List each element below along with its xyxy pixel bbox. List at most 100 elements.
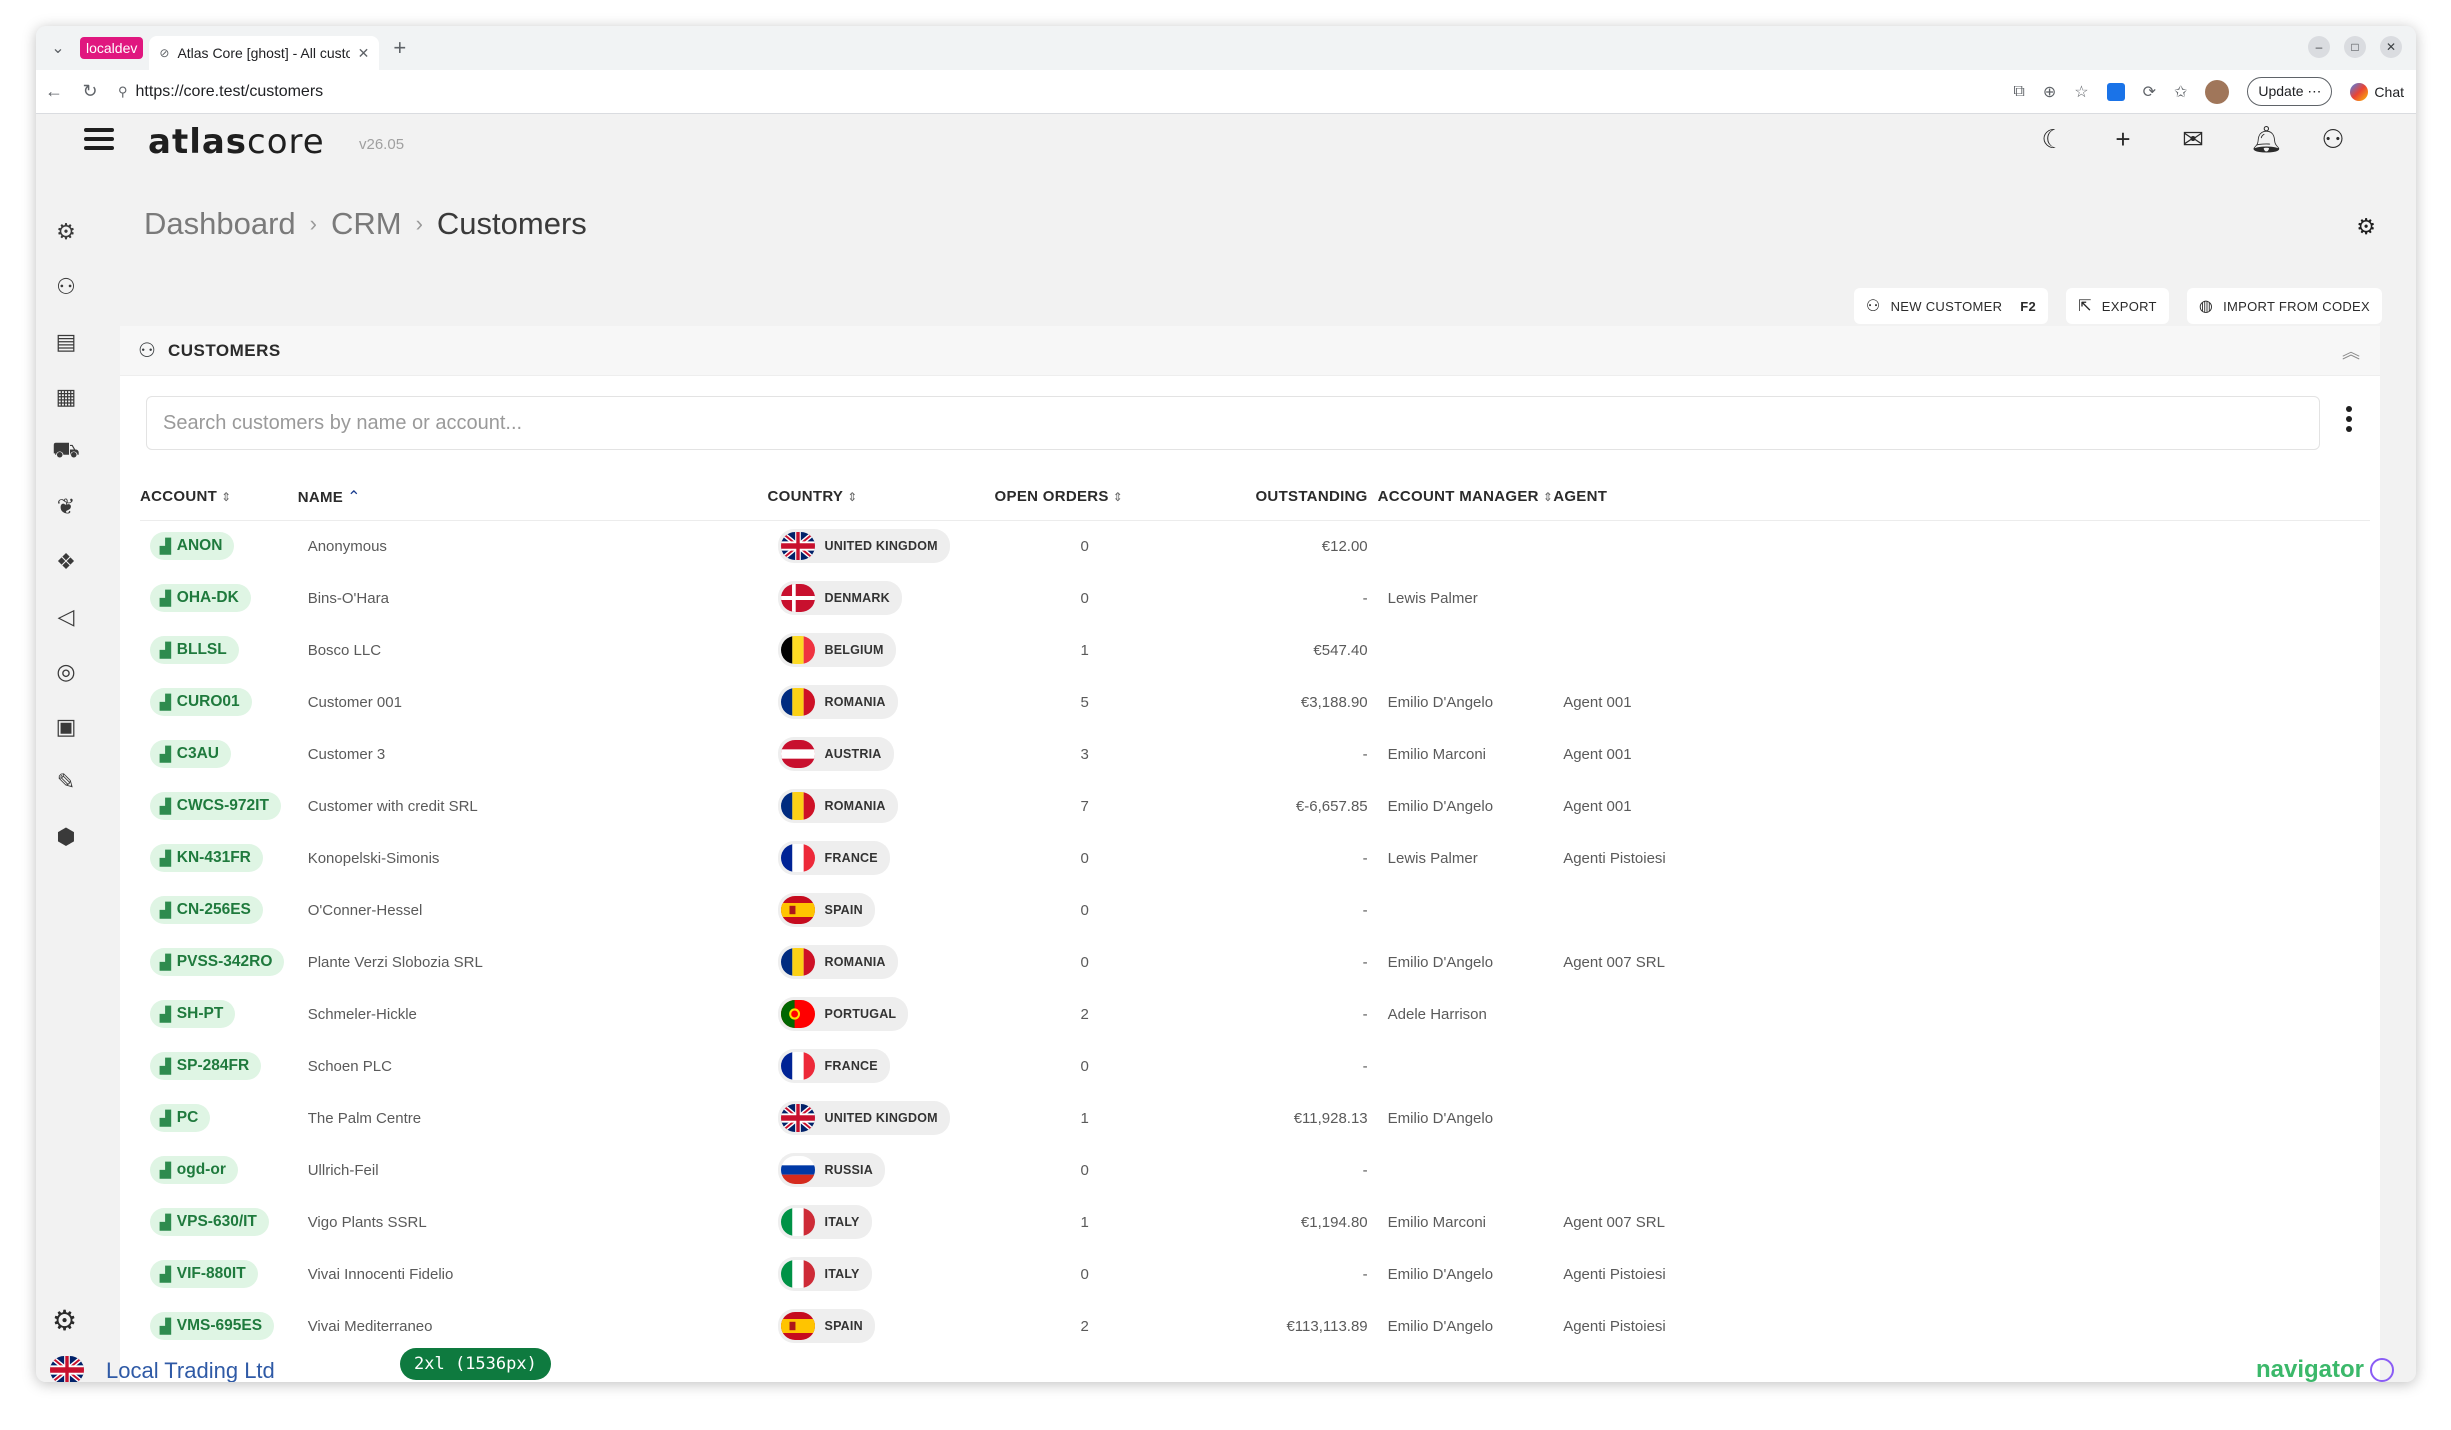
export-button[interactable]: ⇱ EXPORT	[2066, 288, 2169, 324]
account-badge[interactable]: ▟ BLLSL	[150, 636, 239, 664]
zoom-icon[interactable]: ⊕	[2043, 82, 2056, 102]
sidebar-ideas-bulb-icon[interactable]: ◎	[36, 644, 96, 699]
breadcrumb-crm[interactable]: CRM	[331, 206, 402, 242]
maximize-icon[interactable]: □	[2344, 36, 2366, 58]
url-field[interactable]: ⚲ https://core.test/customers	[118, 76, 2013, 108]
col-open-orders[interactable]: OPEN ORDERS ⇕	[994, 474, 1199, 521]
profile-badge[interactable]: localdev	[80, 37, 144, 59]
back-icon[interactable]: ←	[36, 81, 72, 102]
table-row[interactable]: ▟ CN-256ES O'Conner-Hessel SPAIN 0 -	[140, 884, 2370, 936]
account-badge[interactable]: ▟ C3AU	[150, 740, 231, 768]
search-input[interactable]: Search customers by name or account...	[146, 396, 2320, 450]
cell-name[interactable]: Customer 001	[298, 676, 768, 728]
page-settings-gear-icon[interactable]: ⚙	[2356, 214, 2376, 240]
close-tab-icon[interactable]: ✕	[358, 45, 370, 62]
site-info-icon[interactable]: ⚲	[118, 84, 128, 100]
user-profile-icon[interactable]: ⚇	[2320, 124, 2346, 155]
account-badge[interactable]: ▟ ogd-or	[150, 1156, 238, 1184]
sidebar-plants-icon[interactable]: ❦	[36, 479, 96, 534]
account-badge[interactable]: ▟ PVSS-342RO	[150, 948, 285, 976]
notification-bell-icon[interactable]: 🔔︎	[2250, 124, 2283, 155]
sidebar-delivery-truck-icon[interactable]: ⛟	[36, 424, 96, 479]
favorites-icon[interactable]: ✩	[2174, 82, 2187, 102]
browser-tab[interactable]: ⊘ Atlas Core [ghost] - All customers ✕	[149, 36, 380, 70]
sidebar-dashboard-icon[interactable]: ⚙	[36, 204, 96, 259]
cell-name[interactable]: Vivai Mediterraneo	[298, 1300, 768, 1352]
table-row[interactable]: ▟ VPS-630/IT Vigo Plants SSRL ITALY 1 €1,194.…	[140, 1196, 2370, 1248]
cell-name[interactable]: Ullrich-Feil	[298, 1144, 768, 1196]
table-row[interactable]: ▟ KN-431FR Konopelski-Simonis FRANCE 0 - Lewis…	[140, 832, 2370, 884]
new-tab-icon[interactable]: +	[393, 35, 406, 61]
account-badge[interactable]: ▟ SP-284FR	[150, 1052, 262, 1080]
cell-name[interactable]: Plante Verzi Slobozia SRL	[298, 936, 768, 988]
account-badge[interactable]: ▟ CURO01	[150, 688, 252, 716]
cell-name[interactable]: Konopelski-Simonis	[298, 832, 768, 884]
table-row[interactable]: ▟ SH-PT Schmeler-Hickle PORTUGAL 2 - Adele Har…	[140, 988, 2370, 1040]
bookmark-star-icon[interactable]: ☆	[2074, 82, 2088, 102]
table-row[interactable]: ▟ C3AU Customer 3 AUSTRIA 3 - Emilio Marconi Ag…	[140, 728, 2370, 780]
cell-name[interactable]: Customer with credit SRL	[298, 780, 768, 832]
col-name[interactable]: NAME ⌃	[297, 474, 768, 521]
close-window-icon[interactable]: ✕	[2380, 36, 2402, 58]
collapse-chevron-up-icon[interactable]: ︽	[2342, 338, 2360, 364]
minimize-icon[interactable]: –	[2308, 36, 2330, 58]
table-row[interactable]: ▟ CWCS-972IT Customer with credit SRL ROMAN…	[140, 780, 2370, 832]
table-row[interactable]: ▟ VMS-695ES Vivai Mediterraneo SPAIN 2 €113,1…	[140, 1300, 2370, 1352]
account-badge[interactable]: ▟ PC	[150, 1104, 211, 1132]
table-row[interactable]: ▟ PC The Palm Centre UNITED KINGDOM 1 €11,928…	[140, 1092, 2370, 1144]
account-badge[interactable]: ▟ CN-256ES	[150, 896, 263, 924]
sidebar-orders-icon[interactable]: ▤	[36, 314, 96, 369]
dark-mode-moon-icon[interactable]: ☾	[2040, 124, 2066, 155]
open-in-app-icon[interactable]: ⧉	[2013, 83, 2024, 101]
account-badge[interactable]: ▟ VIF-880IT	[150, 1260, 258, 1288]
hamburger-menu-icon[interactable]	[84, 128, 114, 155]
cell-name[interactable]: Vigo Plants SSRL	[298, 1196, 768, 1248]
add-plus-icon[interactable]: +	[2110, 124, 2136, 155]
cell-name[interactable]: Schmeler-Hickle	[298, 988, 768, 1040]
reload-icon[interactable]: ↻	[72, 81, 108, 102]
profile-avatar[interactable]	[2205, 79, 2230, 104]
table-row[interactable]: ▟ CURO01 Customer 001 ROMANIA 5 €3,188.90 Emil…	[140, 676, 2370, 728]
chat-button[interactable]: Chat	[2350, 82, 2404, 101]
tab-search-icon[interactable]: ⌄	[36, 26, 80, 70]
account-badge[interactable]: ▟ ANON	[150, 532, 235, 561]
sidebar-settings-gear-icon[interactable]: ⚙	[52, 1304, 77, 1337]
extension-icon[interactable]	[2106, 82, 2125, 101]
sidebar-marketing-megaphone-icon[interactable]: ◁	[36, 589, 96, 644]
account-badge[interactable]: ▟ SH-PT	[150, 1000, 236, 1028]
account-badge[interactable]: ▟ KN-431FR	[150, 844, 263, 872]
table-row[interactable]: ▟ VIF-880IT Vivai Innocenti Fidelio ITALY 0 -…	[140, 1248, 2370, 1300]
update-button[interactable]: Update ⋯	[2247, 77, 2333, 106]
cell-name[interactable]: Schoen PLC	[298, 1040, 768, 1092]
cell-name[interactable]: Customer 3	[298, 728, 768, 780]
sidebar-invoices-icon[interactable]: ▦	[36, 369, 96, 424]
cell-name[interactable]: The Palm Centre	[298, 1092, 768, 1144]
col-country[interactable]: COUNTRY ⇕	[767, 474, 995, 521]
cell-name[interactable]: Vivai Innocenti Fidelio	[298, 1248, 768, 1300]
company-switcher[interactable]: Local Trading Ltd	[106, 1358, 275, 1382]
sidebar-packages-icon[interactable]: ⬢	[36, 809, 96, 864]
more-options-icon[interactable]	[2346, 406, 2352, 436]
col-account-manager[interactable]: ACCOUNT MANAGER ⇕	[1367, 474, 1554, 521]
new-customer-button[interactable]: ⚇ NEW CUSTOMER F2	[1853, 288, 2049, 324]
cell-name[interactable]: O'Conner-Hessel	[298, 884, 768, 936]
table-row[interactable]: ▟ OHA-DK Bins-O'Hara DENMARK 0 - Lewis Palmer	[140, 572, 2370, 624]
navigator-brand[interactable]: navigator	[2256, 1356, 2364, 1382]
app-logo[interactable]: atlascore	[148, 122, 325, 162]
cell-name[interactable]: Anonymous	[298, 520, 768, 572]
cell-name[interactable]: Bosco LLC	[298, 624, 768, 676]
table-row[interactable]: ▟ ogd-or Ullrich-Feil RUSSIA 0 -	[140, 1144, 2370, 1196]
account-badge[interactable]: ▟ VPS-630/IT	[150, 1208, 269, 1236]
account-badge[interactable]: ▟ OHA-DK	[150, 584, 251, 612]
sidebar-store-icon[interactable]: ▣	[36, 699, 96, 754]
table-row[interactable]: ▟ PVSS-342RO Plante Verzi Slobozia SRL ROMA…	[140, 936, 2370, 988]
col-account[interactable]: ACCOUNT ⇕	[140, 474, 298, 521]
account-badge[interactable]: ▟ CWCS-972IT	[150, 792, 281, 820]
table-row[interactable]: ▟ ANON Anonymous UNITED KINGDOM 0 €12.00	[140, 520, 2370, 572]
navigator-logo-icon[interactable]	[2370, 1358, 2394, 1382]
account-badge[interactable]: ▟ VMS-695ES	[150, 1312, 275, 1340]
import-from-codex-button[interactable]: ◍ IMPORT FROM CODEX	[2186, 288, 2382, 324]
sidebar-users-icon[interactable]: ⚇	[36, 259, 96, 314]
table-row[interactable]: ▟ BLLSL Bosco LLC BELGIUM 1 €547.40	[140, 624, 2370, 676]
table-row[interactable]: ▟ SP-284FR Schoen PLC FRANCE 0 -	[140, 1040, 2370, 1092]
